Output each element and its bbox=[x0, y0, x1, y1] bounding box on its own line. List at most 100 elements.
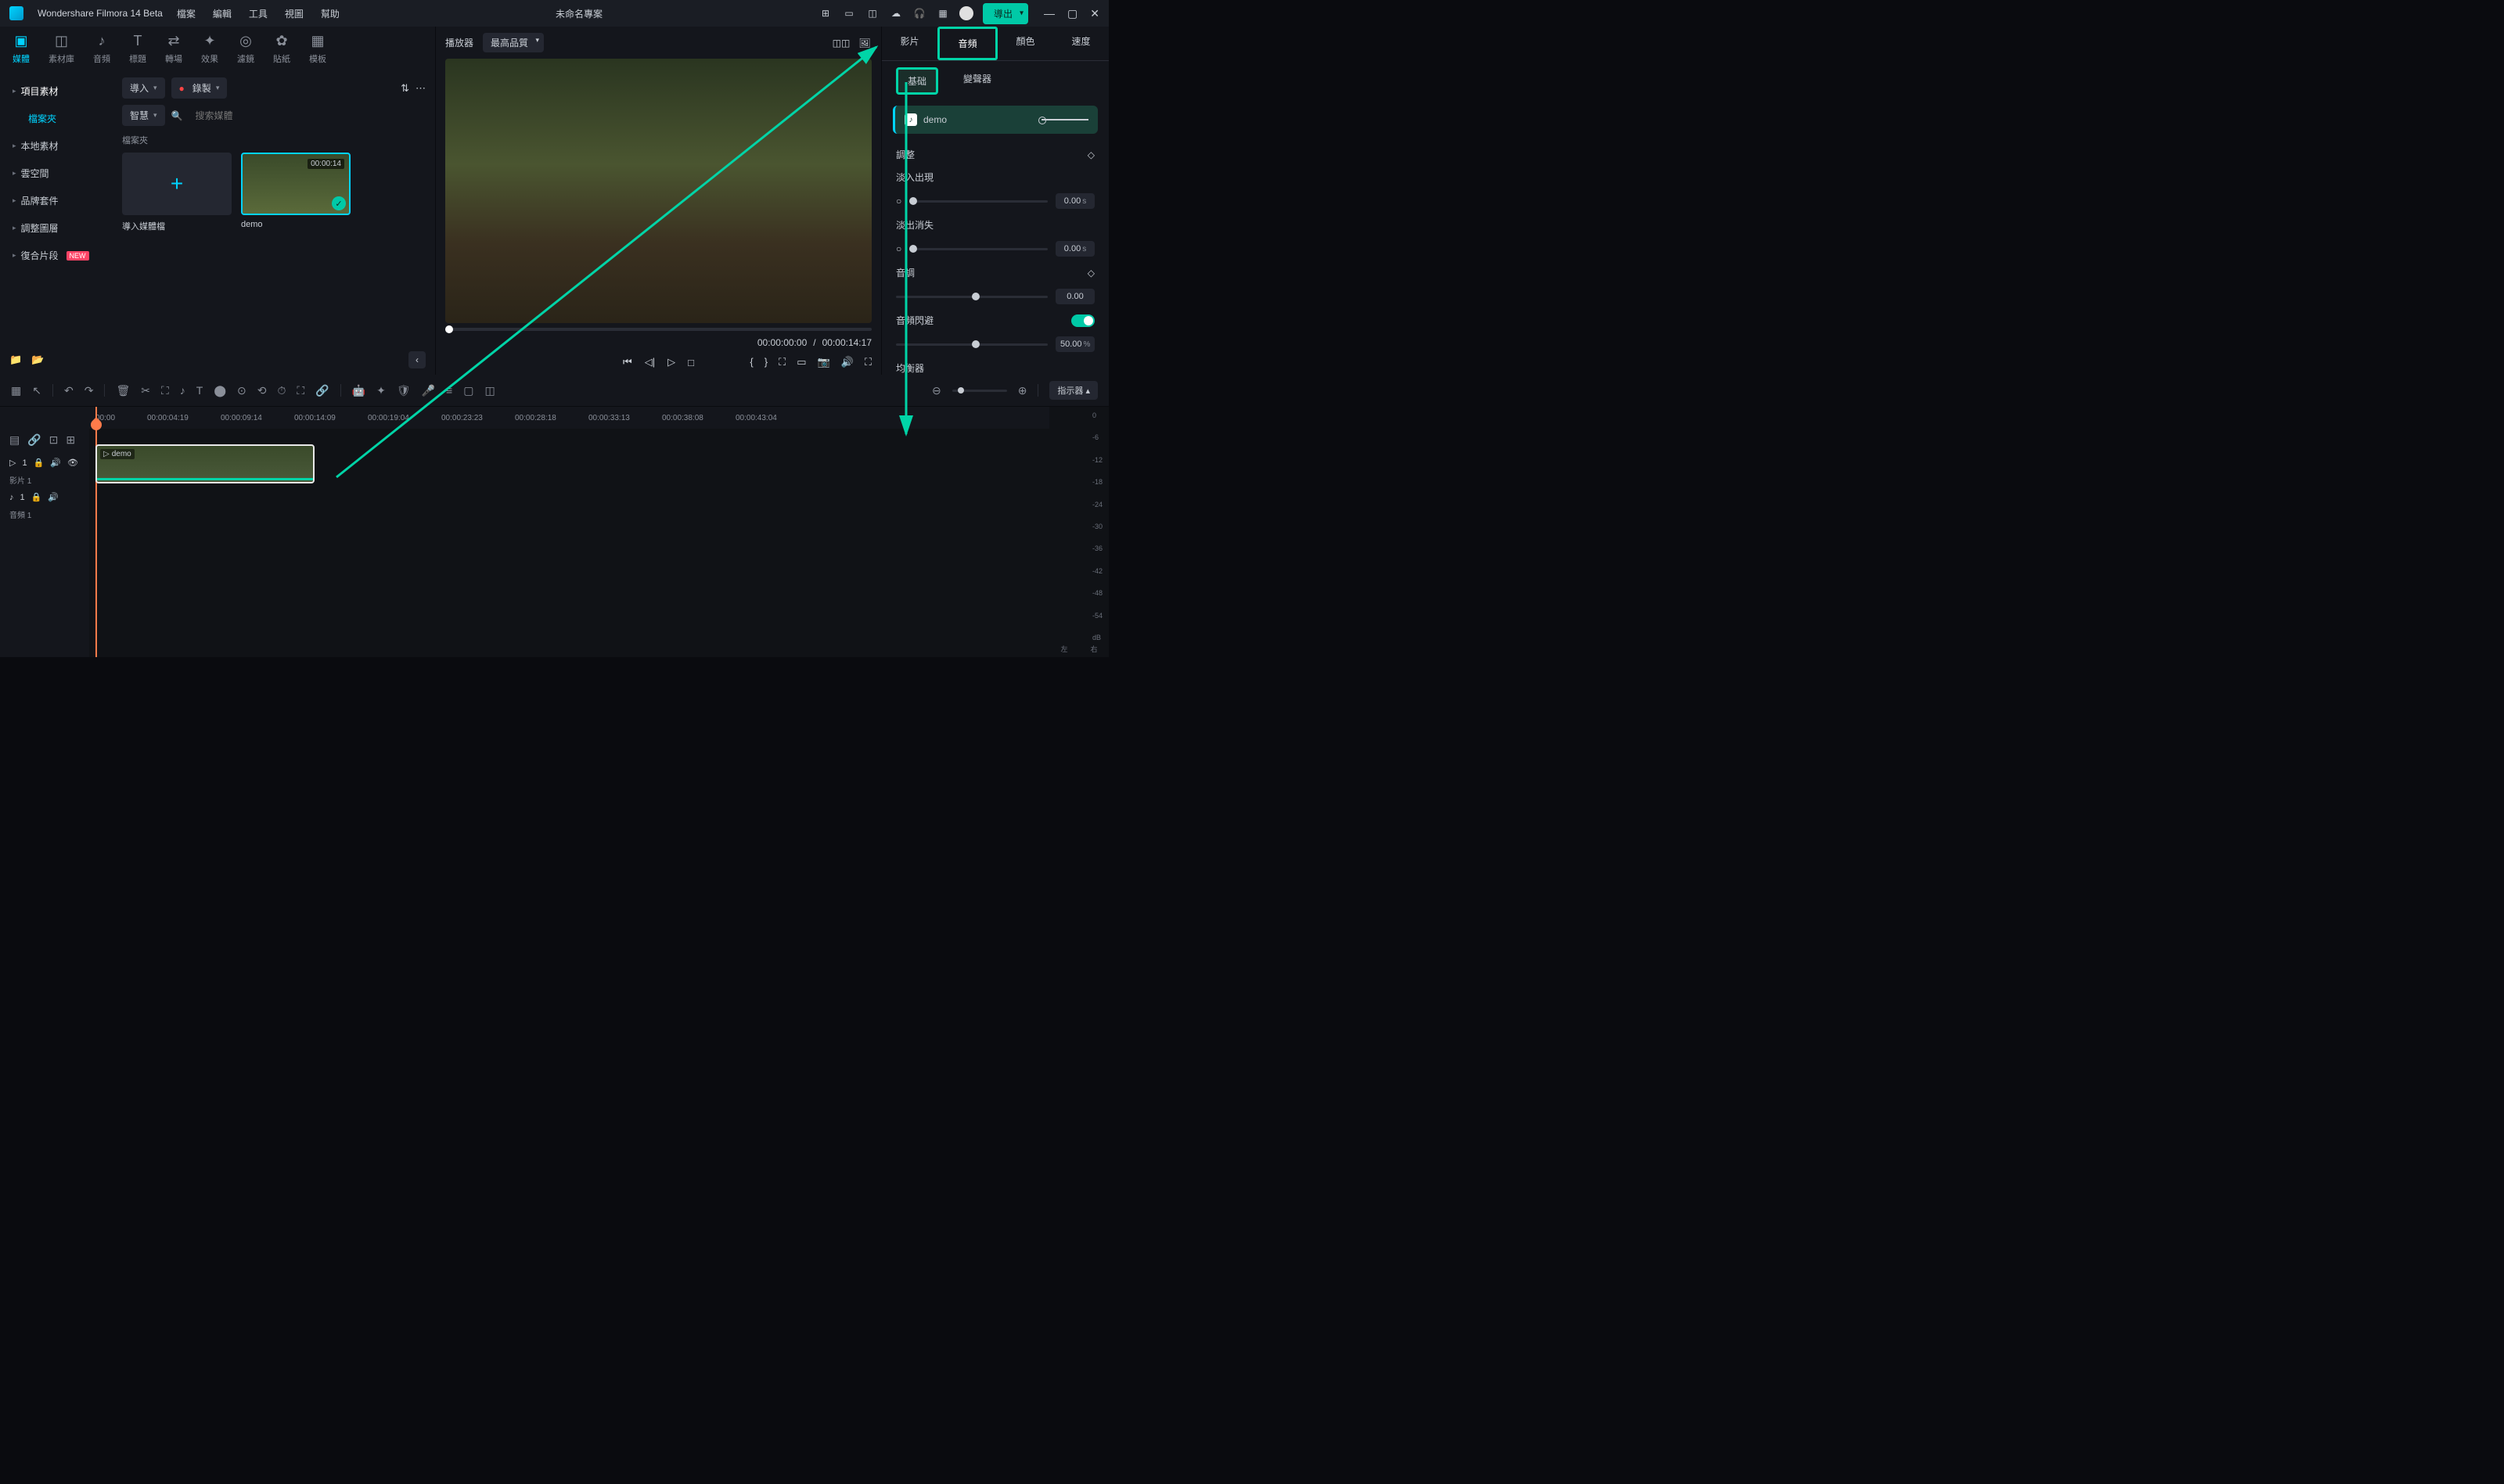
nav-tab-titles[interactable]: T標題 bbox=[129, 33, 146, 65]
image-icon[interactable]: 🖼 bbox=[858, 36, 872, 50]
audio-track-header[interactable]: ♪1 🔒 🔊 bbox=[0, 486, 89, 508]
section-ducking[interactable]: 音頻閃避 bbox=[896, 309, 1095, 332]
tab-color[interactable]: 顏色 bbox=[998, 27, 1053, 60]
menu-view[interactable]: 視圖 bbox=[285, 7, 304, 20]
media-clip-demo[interactable]: 00:00:14 ✓ demo bbox=[241, 153, 351, 232]
ducking-value[interactable]: 50.00% bbox=[1056, 336, 1095, 352]
zoom-out-icon[interactable]: ⊖ bbox=[932, 384, 941, 397]
sidebar-item-brand[interactable]: 品牌套件 bbox=[0, 187, 113, 214]
step-back-icon[interactable]: ◁| bbox=[645, 356, 655, 368]
redo-icon[interactable]: ↷ bbox=[85, 384, 94, 397]
smart-dropdown[interactable]: 智慧 bbox=[122, 105, 165, 126]
track-icon[interactable]: ⛶ bbox=[297, 384, 304, 397]
frame-icon[interactable]: ▢ bbox=[463, 384, 473, 397]
minimize-icon[interactable]: — bbox=[1044, 7, 1055, 20]
media-icon[interactable]: ◫ bbox=[865, 6, 880, 20]
video-preview[interactable] bbox=[445, 59, 872, 323]
screenshot-icon[interactable]: ⊞ bbox=[818, 6, 833, 20]
compare-icon[interactable]: ◫◫ bbox=[834, 36, 848, 50]
keyframe-icon[interactable]: ○ bbox=[896, 196, 901, 207]
menu-tools[interactable]: 工具 bbox=[249, 7, 268, 20]
nav-tab-media[interactable]: ▣媒體 bbox=[13, 33, 30, 65]
nav-tab-audio[interactable]: ♪音頻 bbox=[93, 33, 110, 65]
mute-icon[interactable]: 🔊 bbox=[50, 458, 61, 468]
ai-tool-icon[interactable]: 🤖 bbox=[352, 384, 365, 397]
tab-audio[interactable]: 音頻 bbox=[937, 27, 998, 60]
magnet-icon[interactable]: ⊡ bbox=[49, 433, 59, 447]
lock-icon[interactable]: 🔒 bbox=[34, 458, 45, 468]
timeline-clip-demo[interactable]: ▷demo bbox=[95, 444, 315, 483]
sidebar-item-local[interactable]: 本地素材 bbox=[0, 132, 113, 160]
undo-icon[interactable]: ↶ bbox=[64, 384, 74, 397]
speed-icon[interactable]: ⊙ bbox=[237, 384, 246, 397]
lock-icon[interactable]: 🔒 bbox=[31, 492, 42, 502]
grid-icon[interactable]: ▦ bbox=[11, 384, 21, 397]
pitch-value[interactable]: 0.00 bbox=[1056, 289, 1095, 304]
apps-icon[interactable]: ▦ bbox=[936, 6, 950, 20]
pitch-slider[interactable] bbox=[896, 296, 1048, 298]
nav-tab-transitions[interactable]: ⇄轉場 bbox=[165, 33, 182, 65]
indicator-dropdown[interactable]: 指示器 ▴ bbox=[1049, 381, 1098, 400]
pip-icon[interactable]: ◫ bbox=[484, 384, 495, 397]
nav-tab-templates[interactable]: ▦模板 bbox=[309, 33, 326, 65]
eye-icon[interactable]: 👁 bbox=[67, 458, 78, 468]
menu-file[interactable]: 檔案 bbox=[177, 7, 196, 20]
nav-tab-effects[interactable]: ✦效果 bbox=[201, 33, 218, 65]
diamond-icon[interactable]: ◇ bbox=[1088, 149, 1095, 160]
mark-out-icon[interactable]: } bbox=[765, 356, 768, 368]
prev-frame-icon[interactable]: ⏮ bbox=[623, 356, 632, 368]
sidebar-item-adjust-layer[interactable]: 調整圖層 bbox=[0, 214, 113, 242]
cloud-icon[interactable]: ☁ bbox=[889, 6, 903, 20]
link-icon[interactable]: 🔗 bbox=[315, 384, 329, 397]
keyframe-icon[interactable]: ○ bbox=[896, 243, 901, 254]
selected-audio-clip[interactable]: ♪ demo bbox=[893, 106, 1098, 134]
mute-icon[interactable]: 🔊 bbox=[48, 492, 59, 502]
audio-tool-icon[interactable]: ♪ bbox=[180, 384, 185, 397]
section-pitch[interactable]: 音調◇ bbox=[896, 261, 1095, 284]
folder-icon[interactable]: 📁 bbox=[9, 354, 22, 366]
timeline-ruler[interactable]: 00:00 00:00:04:19 00:00:09:14 00:00:14:0… bbox=[89, 407, 1049, 429]
fullscreen-icon[interactable]: ⛶ bbox=[865, 356, 872, 368]
zoom-slider[interactable] bbox=[952, 390, 1007, 392]
link-tracks-icon[interactable]: 🔗 bbox=[27, 433, 41, 447]
sidebar-item-project[interactable]: 項目素材 bbox=[0, 77, 113, 105]
page-prev-button[interactable]: ‹ bbox=[408, 351, 426, 368]
play-icon[interactable]: ▷ bbox=[667, 356, 675, 368]
fade-in-value[interactable]: 0.00s bbox=[1056, 193, 1095, 209]
nav-tab-stock[interactable]: ◫素材庫 bbox=[49, 33, 74, 65]
snapshot-icon[interactable]: 📷 bbox=[818, 356, 830, 368]
nav-tab-stickers[interactable]: ✿貼紙 bbox=[273, 33, 290, 65]
rotate-icon[interactable]: ⟲ bbox=[257, 384, 267, 397]
crop-icon[interactable]: ⛶ bbox=[779, 356, 786, 368]
cut-icon[interactable]: ✂ bbox=[141, 384, 150, 397]
monitor-icon[interactable]: ▭ bbox=[842, 6, 856, 20]
section-adjust[interactable]: 調整◇ bbox=[896, 143, 1095, 166]
cursor-tool-icon[interactable]: ↖ bbox=[32, 384, 41, 397]
maximize-icon[interactable]: ▢ bbox=[1067, 7, 1078, 20]
mic-icon[interactable]: 🎤 bbox=[422, 384, 435, 397]
subtitle-icon[interactable]: ≡ bbox=[446, 384, 452, 397]
progress-bar[interactable] bbox=[445, 328, 872, 331]
new-folder-icon[interactable]: 📂 bbox=[31, 354, 44, 366]
record-icon[interactable]: ⬤ bbox=[214, 384, 226, 397]
fade-out-value[interactable]: 0.00s bbox=[1056, 241, 1095, 257]
menu-edit[interactable]: 編輯 bbox=[213, 7, 232, 20]
text-tool-icon[interactable]: T bbox=[196, 384, 203, 397]
filter-icon[interactable]: ⇅ bbox=[401, 82, 409, 95]
sidebar-item-folder[interactable]: 檔案夾 bbox=[0, 105, 113, 132]
tab-speed[interactable]: 速度 bbox=[1053, 27, 1109, 60]
quality-dropdown[interactable]: 最高品質 bbox=[483, 33, 544, 52]
diamond-icon[interactable]: ◇ bbox=[1088, 268, 1095, 278]
timer-icon[interactable]: ⏱ bbox=[277, 384, 286, 397]
user-avatar[interactable] bbox=[959, 6, 973, 20]
sparkle-icon[interactable]: ✦ bbox=[376, 384, 386, 397]
subtab-voice-changer[interactable]: 變聲器 bbox=[954, 67, 1001, 95]
ducking-slider[interactable] bbox=[896, 343, 1048, 346]
close-icon[interactable]: ✕ bbox=[1090, 7, 1099, 20]
snap-icon[interactable]: ⊞ bbox=[66, 433, 75, 447]
zoom-in-icon[interactable]: ⊕ bbox=[1018, 384, 1027, 397]
shield-icon[interactable]: 🛡 bbox=[397, 384, 411, 397]
more-icon[interactable]: ⋯ bbox=[416, 82, 426, 95]
search-input[interactable] bbox=[189, 106, 346, 125]
display-icon[interactable]: ▭ bbox=[797, 356, 806, 368]
